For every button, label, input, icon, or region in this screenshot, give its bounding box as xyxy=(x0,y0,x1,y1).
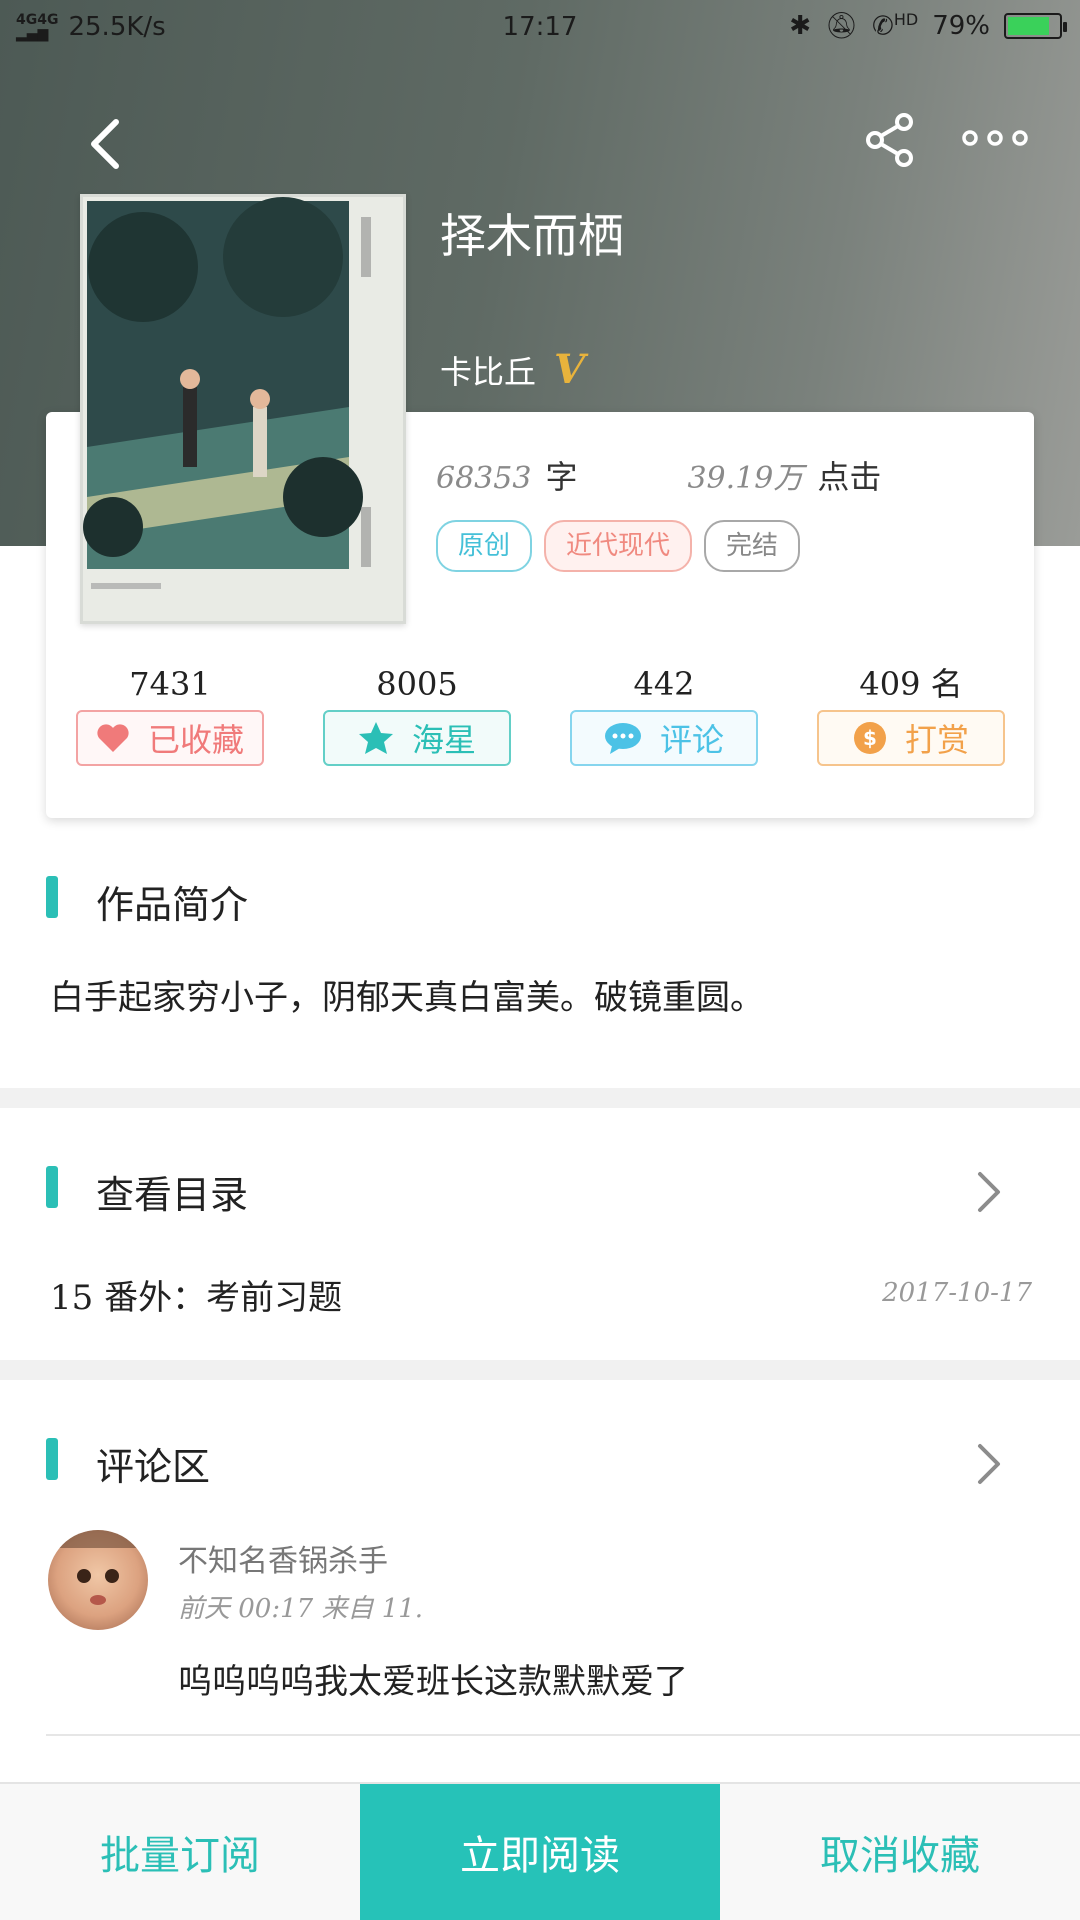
word-count: 68353 xyxy=(436,461,532,496)
section-divider xyxy=(0,1360,1080,1380)
mute-bell-icon: 🔕︎ xyxy=(825,10,859,41)
star-action: 8005 海星 xyxy=(323,662,511,766)
intro-text: 白手起家穷小子，阴郁天真白富美。破镜重圆。 xyxy=(50,978,764,1018)
reward-action: 409 名 $ 打赏 xyxy=(817,662,1005,766)
reward-rank: 409 名 xyxy=(859,665,963,703)
hd-call-icon: ✆HD xyxy=(872,10,919,42)
heart-icon xyxy=(97,724,129,752)
comments-heading[interactable]: 评论区 xyxy=(96,1436,210,1491)
cover-illustration xyxy=(83,197,403,621)
share-button[interactable] xyxy=(864,112,916,168)
bottom-action-bar: 批量订阅 立即阅读 取消收藏 xyxy=(0,1782,1080,1920)
chevron-left-icon xyxy=(91,119,119,169)
reward-label: 打赏 xyxy=(904,721,969,759)
comment-label: 评论 xyxy=(659,721,724,759)
battery-percent: 79% xyxy=(932,10,990,41)
book-cover[interactable] xyxy=(80,194,406,624)
bluetooth-icon: ✱ xyxy=(789,10,812,41)
favorite-action: 7431 已收藏 xyxy=(76,662,264,766)
comment-text: 呜呜呜呜我太爱班长这款默默爱了 xyxy=(178,1662,688,1702)
batch-subscribe-button[interactable]: 批量订阅 xyxy=(0,1784,360,1920)
latest-chapter-date: 2017-10-17 xyxy=(882,1278,1032,1308)
comments-chevron-right-icon[interactable] xyxy=(974,1440,1004,1488)
battery-icon xyxy=(1004,12,1067,39)
read-now-button[interactable]: 立即阅读 xyxy=(360,1784,720,1920)
latest-chapter[interactable]: 15 番外：考前习题 xyxy=(50,1270,342,1319)
avatar[interactable] xyxy=(48,1530,148,1630)
favorite-label: 已收藏 xyxy=(147,721,244,759)
status-bar: 4G4G ▂▄▆ 25.5K/s 17:17 ✱ 🔕︎ ✆HD 79% xyxy=(0,0,1080,56)
comment-button[interactable]: 评论 xyxy=(570,710,758,766)
click-count-unit: 点击 xyxy=(817,458,882,496)
favorite-button[interactable]: 已收藏 xyxy=(76,710,264,766)
vip-badge-icon: V xyxy=(554,346,586,393)
author-name[interactable]: 卡比丘 xyxy=(440,347,536,393)
comment-count: 442 xyxy=(633,665,695,703)
tag-status[interactable]: 完结 xyxy=(704,520,801,572)
comments-section-marker xyxy=(46,1438,58,1480)
section-divider xyxy=(0,1088,1080,1108)
unfavorite-button[interactable]: 取消收藏 xyxy=(720,1784,1080,1920)
author-row[interactable]: 卡比丘 V xyxy=(440,346,585,393)
tag-genre[interactable]: 近代现代 xyxy=(544,520,693,572)
svg-text:$: $ xyxy=(863,726,877,750)
back-button[interactable] xyxy=(82,112,130,176)
toc-chevron-right-icon[interactable] xyxy=(974,1168,1004,1216)
reward-button[interactable]: $ 打赏 xyxy=(817,710,1005,766)
favorite-count: 7431 xyxy=(129,665,211,703)
star-icon xyxy=(358,722,393,754)
share-icon xyxy=(866,113,913,167)
more-button[interactable] xyxy=(960,124,1030,152)
star-label: 海星 xyxy=(411,721,476,759)
coin-icon: $ xyxy=(853,722,886,754)
tag-list: 原创 近代现代 完结 xyxy=(436,520,801,572)
intro-section-marker xyxy=(46,876,58,918)
tag-original[interactable]: 原创 xyxy=(436,520,533,572)
toc-heading[interactable]: 查看目录 xyxy=(96,1164,248,1219)
intro-heading: 作品简介 xyxy=(96,883,249,927)
avatar-face xyxy=(48,1530,148,1605)
star-count: 8005 xyxy=(376,665,458,703)
more-dots-icon xyxy=(962,130,1028,146)
action-row: 7431 已收藏 8005 海星 442 评论 409 名 $ 打赏 xyxy=(76,662,1006,782)
word-count-unit: 字 xyxy=(545,458,578,496)
star-button[interactable]: 海星 xyxy=(323,710,511,766)
book-title: 择木而栖 xyxy=(440,209,624,263)
book-stats: 68353 字 39.19万 点击 xyxy=(436,452,881,498)
comment-action: 442 评论 xyxy=(570,662,758,766)
comment-username[interactable]: 不知名香锅杀手 xyxy=(178,1536,388,1580)
comment-meta: 前天 00:17 来自 11. xyxy=(178,1594,424,1624)
toc-section-marker xyxy=(46,1166,58,1208)
comment-divider xyxy=(46,1734,1080,1736)
hd-label: HD xyxy=(893,10,919,29)
comment-icon xyxy=(604,723,641,754)
click-count: 39.19万 xyxy=(687,461,804,496)
